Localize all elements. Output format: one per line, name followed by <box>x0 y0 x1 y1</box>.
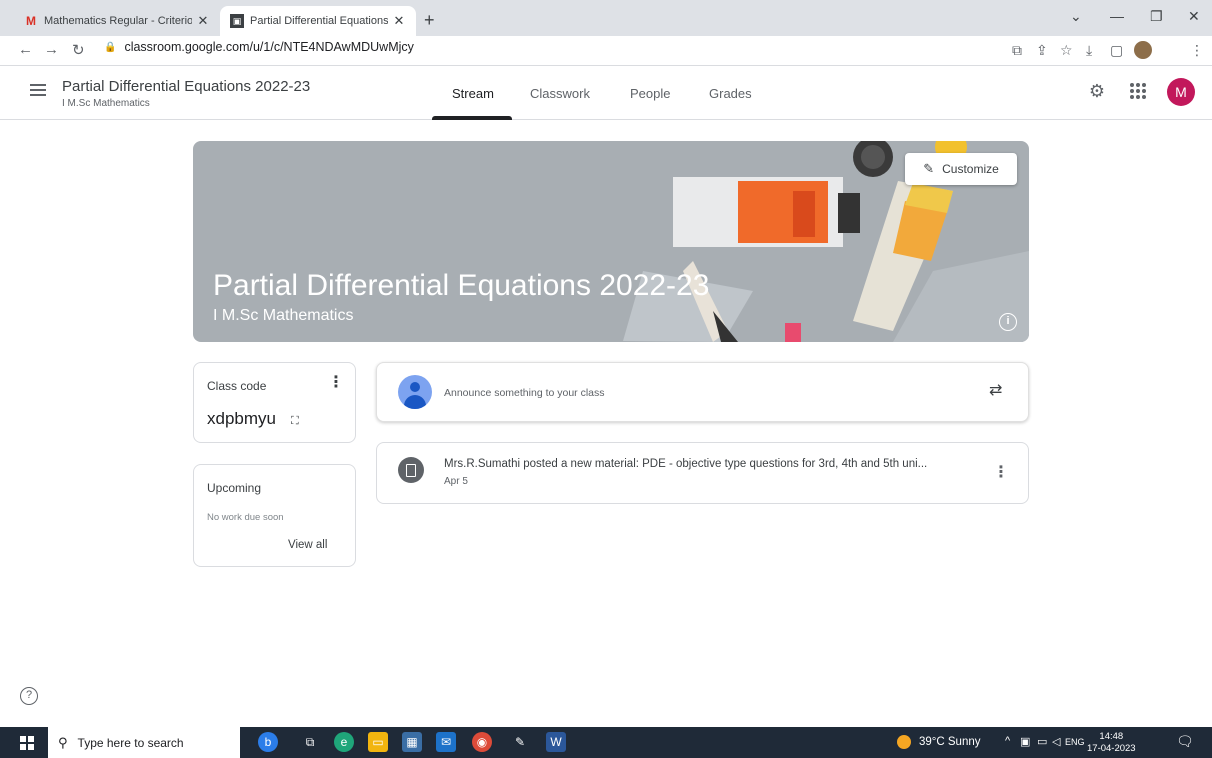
language-indicator[interactable]: ENG <box>1065 737 1085 747</box>
class-subtitle: I M.Sc Mathematics <box>62 98 150 109</box>
bing-icon[interactable]: b <box>258 732 278 752</box>
url-field[interactable]: 🔒 classroom.google.com/u/1/c/NTE4NDAwMDU… <box>104 40 414 54</box>
browser-tab-classroom[interactable]: ▣ Partial Differential Equations 202 ✕ <box>220 6 416 36</box>
tab-classwork[interactable]: Classwork <box>530 86 590 101</box>
store-icon[interactable]: ▦ <box>402 732 422 752</box>
fullscreen-icon[interactable]: ⛶ <box>291 415 299 428</box>
classroom-header: Partial Differential Equations 2022-23 I… <box>0 66 1212 120</box>
taskbar-search-placeholder: Type here to search <box>77 735 184 750</box>
paint-icon[interactable]: ✎ <box>510 732 530 752</box>
volume-icon[interactable]: ◁ <box>1052 735 1060 748</box>
address-bar-row: ← → ↻ 🔒 classroom.google.com/u/1/c/NTE4N… <box>0 36 1212 66</box>
tab-people[interactable]: People <box>630 86 670 101</box>
browser-tab-strip: M Mathematics Regular - Criterion ✕ ▣ Pa… <box>0 0 1212 36</box>
task-view-icon[interactable]: ⧉ <box>300 732 320 752</box>
banner-title: Partial Differential Equations 2022-23 <box>213 269 710 302</box>
class-title[interactable]: Partial Differential Equations 2022-23 <box>62 78 310 95</box>
help-icon[interactable]: ? <box>20 687 38 705</box>
class-code-label: Class code <box>207 379 267 393</box>
info-icon[interactable]: i <box>999 313 1017 331</box>
reload-icon[interactable]: ↻ <box>72 41 85 59</box>
more-options-icon[interactable]: ⋮ <box>328 375 344 391</box>
clock-time: 14:48 <box>1099 731 1124 742</box>
edge-icon[interactable]: e <box>334 732 354 752</box>
taskbar-search[interactable]: ⚲ Type here to search <box>48 727 240 758</box>
share-icon[interactable]: ⇪ <box>1036 42 1048 59</box>
new-tab-button[interactable]: + <box>424 10 435 31</box>
announce-placeholder[interactable]: Announce something to your class <box>444 387 605 399</box>
sun-icon <box>897 735 911 749</box>
account-avatar[interactable]: M <box>1167 78 1195 106</box>
more-options-icon[interactable]: ⋮ <box>993 465 1009 481</box>
mail-icon[interactable]: ✉ <box>436 732 456 752</box>
minimize-icon[interactable]: — <box>1110 8 1124 24</box>
view-all-link[interactable]: View all <box>288 539 327 551</box>
bookmark-star-icon[interactable]: ☆ <box>1060 42 1073 59</box>
weather-text: 39°C Sunny <box>919 736 981 748</box>
tab-grades[interactable]: Grades <box>709 86 752 101</box>
google-apps-icon[interactable] <box>1130 83 1146 99</box>
repost-icon[interactable]: ⇄ <box>989 380 1002 400</box>
notification-icon[interactable]: 🗨 <box>1176 733 1194 750</box>
meet-now-icon[interactable]: ▣ <box>1020 735 1030 748</box>
file-explorer-icon[interactable]: ▭ <box>368 732 388 752</box>
pencil-icon: ✎ <box>923 161 935 176</box>
url-text: classroom.google.com/u/1/c/NTE4NDAwMDUwM… <box>124 40 414 54</box>
main-menu-icon[interactable] <box>30 84 46 96</box>
windows-start-icon[interactable] <box>20 736 34 750</box>
class-code-card: Class code ⋮ xdpbmyu ⛶ <box>193 362 356 443</box>
install-app-icon[interactable]: ⧉ <box>1012 42 1022 59</box>
upcoming-card: Upcoming No work due soon View all <box>193 464 356 567</box>
active-tab-indicator <box>432 116 512 120</box>
stream-post[interactable]: Mrs.R.Sumathi posted a new material: PDE… <box>376 442 1029 504</box>
word-icon[interactable]: W <box>546 732 566 752</box>
class-code-value: xdpbmyu <box>207 409 276 428</box>
user-avatar <box>398 375 432 409</box>
weather-widget[interactable]: 39°C Sunny <box>897 735 981 749</box>
lock-icon: 🔒 <box>104 41 117 53</box>
announce-box[interactable]: Announce something to your class ⇄ <box>376 362 1029 422</box>
taskbar-clock[interactable]: 14:48 17-04-2023 <box>1087 731 1136 755</box>
customize-label: Customize <box>942 162 999 176</box>
network-icon[interactable]: ▭ <box>1037 735 1047 748</box>
upcoming-title: Upcoming <box>207 481 262 495</box>
browser-menu-icon[interactable]: ⋮ <box>1190 42 1204 59</box>
close-tab-icon[interactable]: ✕ <box>392 13 406 29</box>
class-banner: Partial Differential Equations 2022-23 I… <box>193 141 1029 342</box>
clock-date: 17-04-2023 <box>1087 743 1136 754</box>
customize-button[interactable]: ✎ Customize <box>905 153 1017 185</box>
restore-icon[interactable]: ❐ <box>1150 8 1163 25</box>
post-date: Apr 5 <box>444 476 468 487</box>
search-icon: ⚲ <box>58 734 68 750</box>
classroom-icon: ▣ <box>230 14 244 28</box>
browser-tab-title: Mathematics Regular - Criterion <box>44 15 192 27</box>
browser-tab-gmail[interactable]: M Mathematics Regular - Criterion ✕ <box>14 6 220 36</box>
material-icon <box>398 457 424 483</box>
side-panel-icon[interactable]: ▢ <box>1110 42 1123 59</box>
close-tab-icon[interactable]: ✕ <box>196 13 210 29</box>
forward-icon[interactable]: → <box>44 41 59 58</box>
show-hidden-icons[interactable]: ^ <box>1005 735 1010 747</box>
chrome-icon[interactable]: ◉ <box>472 732 492 752</box>
browser-tab-title: Partial Differential Equations 202 <box>250 15 388 27</box>
profile-avatar-icon[interactable] <box>1134 41 1152 59</box>
tab-search-icon[interactable]: ⌄ <box>1070 8 1082 25</box>
post-title[interactable]: Mrs.R.Sumathi posted a new material: PDE… <box>444 458 984 470</box>
back-icon[interactable]: ← <box>18 41 33 58</box>
download-icon[interactable]: ⤓ <box>1086 42 1092 59</box>
gmail-icon: M <box>26 14 36 28</box>
banner-subtitle: I M.Sc Mathematics <box>213 307 354 324</box>
upcoming-empty-text: No work due soon <box>207 512 284 523</box>
settings-gear-icon[interactable]: ⚙ <box>1087 81 1107 101</box>
tab-stream[interactable]: Stream <box>452 86 494 101</box>
windows-taskbar: ⚲ Type here to search b ⧉ e ▭ ▦ ✉ ◉ ✎ W … <box>0 727 1212 758</box>
close-window-icon[interactable]: ✕ <box>1188 8 1200 25</box>
